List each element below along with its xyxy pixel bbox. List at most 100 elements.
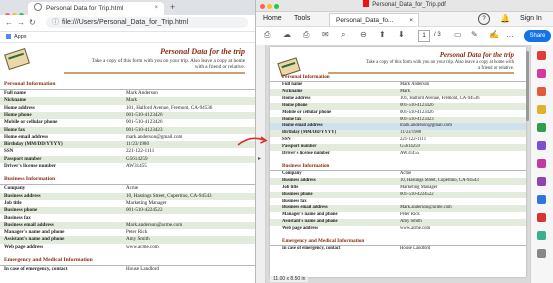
field-label: In case of emergency, contact bbox=[4, 266, 68, 272]
form-row: Assistant's name and phone Amy Smith bbox=[0, 236, 255, 244]
form-row: Company Acme bbox=[270, 171, 526, 178]
form-row: Passport number G5614259 bbox=[0, 155, 255, 163]
field-label: Manager's name and phone bbox=[282, 212, 338, 218]
title-rule bbox=[64, 72, 245, 74]
more-tools-panel-icon[interactable] bbox=[537, 249, 546, 258]
reload-icon[interactable]: ↻ bbox=[29, 18, 40, 27]
section-heading: Emergency and Medical Information bbox=[0, 256, 255, 266]
field-value: Acme bbox=[400, 170, 412, 176]
bell-icon[interactable]: 🔔 bbox=[500, 14, 510, 23]
page-down-icon[interactable]: ⬇ bbox=[398, 30, 405, 39]
form-row: Home fax 001-510-4123423 bbox=[0, 126, 255, 134]
reader-minimize-button[interactable] bbox=[267, 4, 272, 9]
page-number-input[interactable]: 1 bbox=[418, 30, 430, 42]
menu-home[interactable]: Home bbox=[263, 15, 282, 22]
protect-icon[interactable] bbox=[537, 195, 546, 204]
field-value: Acme bbox=[126, 185, 139, 192]
left-panel-toggle[interactable]: ▸ bbox=[256, 45, 266, 283]
field-value: 11/23/1980 bbox=[400, 130, 422, 136]
form-row: Nickname Mark bbox=[270, 88, 526, 96]
more-tools-icon[interactable]: … bbox=[506, 30, 514, 39]
field-value: Amy Smith bbox=[126, 236, 150, 243]
form-row: Company Acme bbox=[0, 185, 255, 192]
mail-icon[interactable]: ✉ bbox=[322, 30, 329, 39]
edit-pdf-icon[interactable] bbox=[537, 87, 546, 96]
browser-tab[interactable]: Personal Data for Trip.html × bbox=[28, 2, 164, 15]
field-label: Company bbox=[282, 170, 302, 176]
reader-maximize-button[interactable] bbox=[274, 4, 279, 9]
create-pdf-icon[interactable] bbox=[537, 69, 546, 78]
field-value: Mark Anderson bbox=[400, 82, 430, 87]
page-up-icon[interactable]: ⬆ bbox=[379, 30, 386, 39]
pen-icon[interactable]: ✎ bbox=[471, 30, 478, 39]
info-icon[interactable]: ⓘ bbox=[52, 19, 59, 26]
bookmark-apps[interactable]: Apps bbox=[14, 34, 27, 40]
form-row: Web page address www.acme.com bbox=[270, 226, 526, 233]
share-button[interactable]: Share bbox=[524, 30, 551, 42]
field-label: Job title bbox=[4, 199, 22, 206]
url-text: file:///Users/Personal_Data_for_Trip.htm… bbox=[62, 19, 189, 26]
form-row: Home address 101, Halford Avenue, Fremont… bbox=[0, 105, 255, 112]
comment-tool-icon[interactable] bbox=[537, 105, 546, 114]
field-value: 10, Hastings Street, Cupertino, CA-94543 bbox=[126, 192, 212, 199]
export-pdf-icon[interactable] bbox=[537, 51, 546, 60]
menu-tools[interactable]: Tools bbox=[294, 15, 310, 22]
document-tab[interactable]: Personal_Data_fo... × bbox=[329, 13, 419, 26]
field-value: Mark.anderson@acme.com bbox=[126, 221, 183, 228]
field-label: Birthday (MM/DD/YYYY) bbox=[4, 141, 63, 148]
form-row: Mobile or cellular phone 001-510-4123426 bbox=[0, 119, 255, 126]
section-heading: Personal Information bbox=[0, 80, 255, 90]
form-row: Home phone 001-510-4123426 bbox=[0, 111, 255, 120]
expand-left-panel-icon[interactable]: ▸ bbox=[258, 155, 261, 162]
save-icon[interactable]: ⎙ bbox=[264, 30, 270, 40]
field-label: Business fax bbox=[4, 214, 31, 221]
form-row: Business address 10, Hastings Street, Cup… bbox=[0, 192, 255, 200]
reader-title-bar: Personal_Data_for_Trip.pdf bbox=[256, 0, 553, 12]
forward-icon[interactable]: → bbox=[17, 18, 29, 27]
search-icon[interactable]: ⌕ bbox=[341, 30, 345, 40]
combine-files-icon[interactable] bbox=[537, 123, 546, 132]
send-signature-icon[interactable] bbox=[537, 177, 546, 186]
field-value: G5614259 bbox=[126, 155, 148, 162]
back-icon[interactable]: ← bbox=[5, 18, 17, 27]
field-label: Home phone bbox=[282, 102, 308, 108]
scrollbar[interactable] bbox=[526, 51, 529, 121]
field-label: Mobile or cellular phone bbox=[4, 119, 58, 126]
form-row: Home address 101, Halford Avenue, Fremont… bbox=[270, 96, 526, 103]
reader-toolbar: ⎙ ☁ ⎙ ✉ ⌕ ⊖ ⬆ ⬇ 1 / 3 ▭ ✎ ✍ … Share bbox=[256, 27, 553, 46]
redact-icon[interactable] bbox=[537, 213, 546, 222]
sign-icon[interactable]: ✍ bbox=[489, 30, 499, 39]
form-row: Home email address mark.anderson@gmail.co… bbox=[0, 134, 255, 141]
comment-icon[interactable]: ▭ bbox=[454, 30, 462, 39]
field-label: Business email address bbox=[282, 205, 328, 211]
field-label: Passport number bbox=[4, 155, 42, 162]
fill-sign-icon[interactable] bbox=[537, 159, 546, 168]
previous-page-icon[interactable]: ⊖ bbox=[360, 30, 367, 39]
form-row: Passport number G5614259 bbox=[270, 144, 526, 151]
tab-close-button[interactable]: × bbox=[154, 2, 158, 15]
form-row: Job title Marketing Manager bbox=[0, 200, 255, 207]
form-row: In case of emergency, contact House Landl… bbox=[270, 246, 526, 253]
field-value: Marketing Manager bbox=[126, 199, 167, 206]
url-field[interactable]: ⓘ file:///Users/Personal_Data_for_Trip.ht… bbox=[46, 17, 248, 28]
form-row: Birthday (MM/DD/YYYY) 11/23/1980 bbox=[270, 130, 526, 138]
field-value: Peter Rick bbox=[126, 229, 148, 236]
field-label: Manager's name and phone bbox=[4, 229, 65, 236]
optimize-pdf-icon[interactable] bbox=[537, 231, 546, 240]
sign-in-link[interactable]: Sign In bbox=[520, 15, 542, 22]
field-value: Mark.anderson@acme.com bbox=[400, 205, 452, 211]
organize-pages-icon[interactable] bbox=[537, 141, 546, 150]
help-icon[interactable]: ? bbox=[478, 13, 490, 25]
field-value: Mark bbox=[400, 88, 411, 94]
document-tab-close[interactable]: × bbox=[409, 14, 413, 27]
print-icon[interactable]: ⎙ bbox=[303, 30, 309, 40]
form-row: SSN 221-122-1111 bbox=[270, 137, 526, 144]
field-label: Job title bbox=[282, 184, 299, 190]
field-label: Home phone bbox=[4, 111, 32, 118]
new-tab-button[interactable]: + bbox=[170, 2, 175, 12]
cloud-upload-icon[interactable]: ☁ bbox=[283, 30, 291, 39]
reader-close-button[interactable] bbox=[260, 4, 265, 9]
field-value: Mark bbox=[126, 97, 138, 104]
field-value: Peter Rick bbox=[400, 212, 420, 218]
document-intro: Take a copy of this form with you on you… bbox=[91, 58, 245, 71]
